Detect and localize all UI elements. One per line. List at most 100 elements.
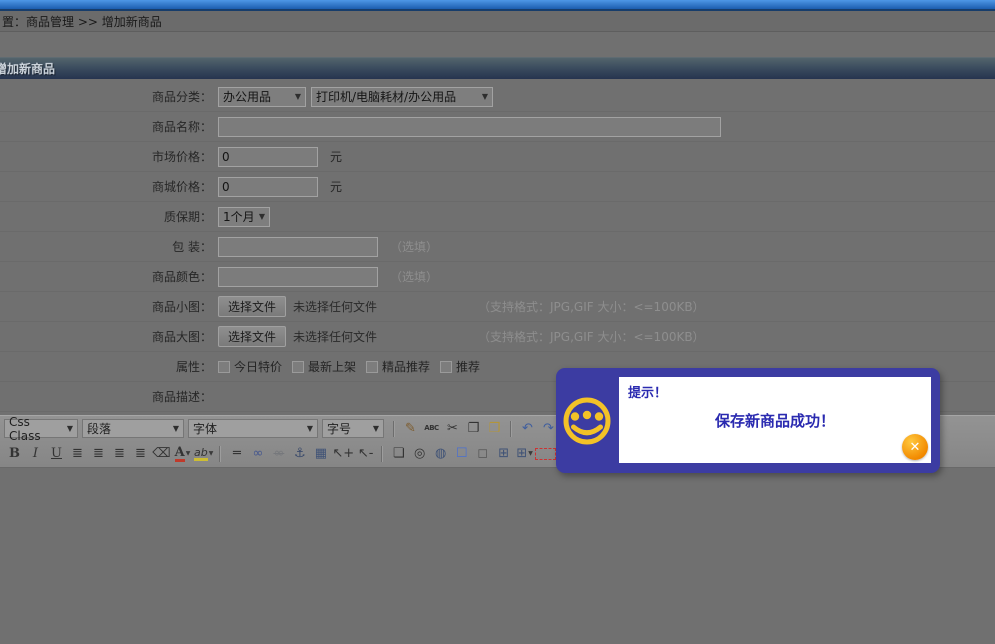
new-document-icon[interactable]: ❏ (388, 444, 409, 464)
category-label: 商品分类： (151, 90, 212, 104)
checkbox-label: 精品推荐 (382, 360, 431, 374)
table-icon[interactable]: ⊞ (493, 444, 514, 464)
css-class-select[interactable]: Css Class ▼ (4, 415, 78, 443)
mall-price-controls: 元 (218, 176, 343, 197)
add-product-form: 商品分类： 办公用品 ▼ 打印机/电脑耗材/办公用品 ▼ 商品名称： 市场价格： (0, 82, 995, 412)
link-icon[interactable]: ∞ (247, 444, 268, 464)
warranty-label: 质保期： (163, 210, 212, 224)
chevron-down-icon: ▼ (208, 450, 214, 457)
horizontal-rule-icon[interactable]: ═ (226, 444, 247, 464)
paragraph-select[interactable]: 段落 ▼ (82, 419, 184, 438)
dialog-panel: 提示！ 保存新商品成功！ ✕ (619, 377, 931, 463)
small-image-file-button[interactable]: 选择文件 (218, 296, 287, 317)
table-grid-icon[interactable]: ▦ (310, 444, 331, 464)
unlink-icon[interactable]: ∞ (268, 444, 289, 464)
close-button[interactable]: ✕ (902, 434, 928, 460)
select-value: 字体 (193, 422, 218, 436)
product-color-input[interactable] (218, 266, 378, 287)
checkbox-boutique-recommend[interactable] (366, 360, 379, 373)
red-dashed-box-icon[interactable] (535, 447, 557, 460)
font-size-select[interactable]: 字号 ▼ (322, 419, 384, 438)
font-color-icon[interactable]: A ▼ (172, 444, 193, 464)
spellcheck-icon[interactable]: ABC (421, 419, 442, 439)
form-row-market-price: 市场价格： 元 (0, 142, 995, 172)
description-label: 商品描述： (151, 390, 212, 404)
media-icon[interactable]: ◍ (430, 444, 451, 464)
form-row-large-image: 商品大图： 选择文件 未选择任何文件 （支持格式：JPG,GIF 大小：<=10… (0, 322, 995, 352)
undo-icon[interactable]: ↶ (517, 419, 538, 439)
market-price-controls: 元 (218, 146, 343, 167)
currency-unit: 元 (330, 150, 343, 164)
paste-icon[interactable]: ❒ (484, 419, 505, 439)
anchor-icon[interactable]: ⚓ (289, 444, 310, 464)
align-right-icon[interactable]: ≣ (109, 444, 130, 464)
select-value: 字号 (327, 422, 352, 436)
page: 置：商品管理 >> 增加新商品 增加新商品 商品分类： 办公用品 ▼ 打印机/电… (0, 0, 995, 644)
chevron-down-icon: ▼ (66, 424, 73, 433)
packing-input[interactable] (218, 236, 378, 257)
toolbar-separator (219, 445, 222, 462)
dialog-title: 提示！ (628, 386, 668, 401)
category-select-level2[interactable]: 打印机/电脑耗材/办公用品 ▼ (311, 86, 493, 107)
chevron-down-icon: ▼ (294, 92, 301, 101)
copy-icon[interactable]: ❐ (463, 419, 484, 439)
toolbar-icon-group-2: B I U ≣ ≣ ≣ ≣ ⌫ A ▼ ab ▼ ═ ∞ ∞ ⚓ ▦ ↖+ ↖- ❏ ◎ ◍ ☐ ◻ ⊞ ⊞ ▼ (4, 444, 557, 464)
checkbox-today-special[interactable] (218, 360, 230, 373)
select-value: Css Class (9, 414, 41, 443)
align-center-icon[interactable]: ≣ (88, 444, 109, 464)
format-painter-icon[interactable]: ✎ (400, 419, 421, 439)
optional-hint: （选填） (390, 270, 439, 284)
select-remove-icon[interactable]: ↖- (355, 444, 376, 464)
italic-icon[interactable]: I (25, 444, 46, 464)
breadcrumb-bar: 置：商品管理 >> 增加新商品 (0, 11, 995, 32)
file-status: 未选择任何文件 (293, 330, 378, 344)
smiley-icon (563, 397, 611, 445)
market-price-input[interactable] (218, 146, 318, 167)
checkbox-label: 推荐 (456, 360, 481, 374)
preview-icon[interactable]: ◎ (409, 444, 430, 464)
form-row-name: 商品名称： (0, 112, 995, 142)
align-justify-icon[interactable]: ≣ (130, 444, 151, 464)
chevron-down-icon: ▼ (258, 212, 265, 221)
mall-price-label: 商城价格： (151, 180, 212, 194)
mall-price-input[interactable] (218, 176, 318, 197)
large-image-file-button[interactable]: 选择文件 (218, 326, 287, 347)
large-image-label: 商品大图： (151, 330, 212, 344)
warranty-select[interactable]: 1个月 ▼ (218, 206, 270, 227)
bold-icon[interactable]: B (4, 444, 25, 464)
product-name-input[interactable] (218, 116, 721, 137)
toolbar-icon-group-1: ✎ ABC ✂ ❐ ❒ ↶ ↷ (388, 419, 559, 439)
font-family-select[interactable]: 字体 ▼ (188, 419, 318, 438)
chevron-down-icon: ▼ (185, 450, 191, 457)
packing-controls (218, 236, 378, 257)
form-row-category: 商品分类： 办公用品 ▼ 打印机/电脑耗材/办公用品 ▼ (0, 82, 995, 112)
selection-box-icon[interactable]: ☐ (451, 444, 472, 464)
select-value: 段落 (87, 422, 112, 436)
optional-hint: （选填） (390, 240, 439, 254)
currency-unit: 元 (330, 180, 343, 194)
checkbox-recommend[interactable] (440, 360, 453, 373)
small-image-label: 商品小图： (151, 300, 212, 314)
eraser-icon[interactable]: ⌫ (151, 444, 172, 464)
form-row-small-image: 商品小图： 选择文件 未选择任何文件 （支持格式：JPG,GIF 大小：<=10… (0, 292, 995, 322)
checkbox-new-arrival[interactable] (292, 360, 305, 373)
attribute-options: 今日特价 最新上架 精品推荐 推荐 (218, 358, 490, 375)
cut-icon[interactable]: ✂ (442, 419, 463, 439)
cell-icon[interactable]: ◻ (472, 444, 493, 464)
close-icon: ✕ (909, 439, 921, 455)
packing-label: 包 装： (172, 240, 212, 254)
insert-table-icon[interactable]: ⊞ ▼ (514, 444, 535, 464)
name-controls (218, 116, 721, 137)
large-image-controls: 选择文件 未选择任何文件 (218, 326, 377, 347)
highlight-icon[interactable]: ab ▼ (193, 444, 214, 464)
form-row-warranty: 质保期： 1个月 ▼ (0, 202, 995, 232)
form-row-color: 商品颜色： （选填） (0, 262, 995, 292)
align-left-icon[interactable]: ≣ (67, 444, 88, 464)
top-blue-bar (0, 0, 995, 11)
category-select-level1[interactable]: 办公用品 ▼ (218, 86, 306, 107)
page-title: 增加新商品 (0, 62, 56, 76)
small-image-controls: 选择文件 未选择任何文件 (218, 296, 377, 317)
underline-icon[interactable]: U (46, 444, 67, 464)
select-add-icon[interactable]: ↖+ (331, 444, 355, 464)
form-row-mall-price: 商城价格： 元 (0, 172, 995, 202)
